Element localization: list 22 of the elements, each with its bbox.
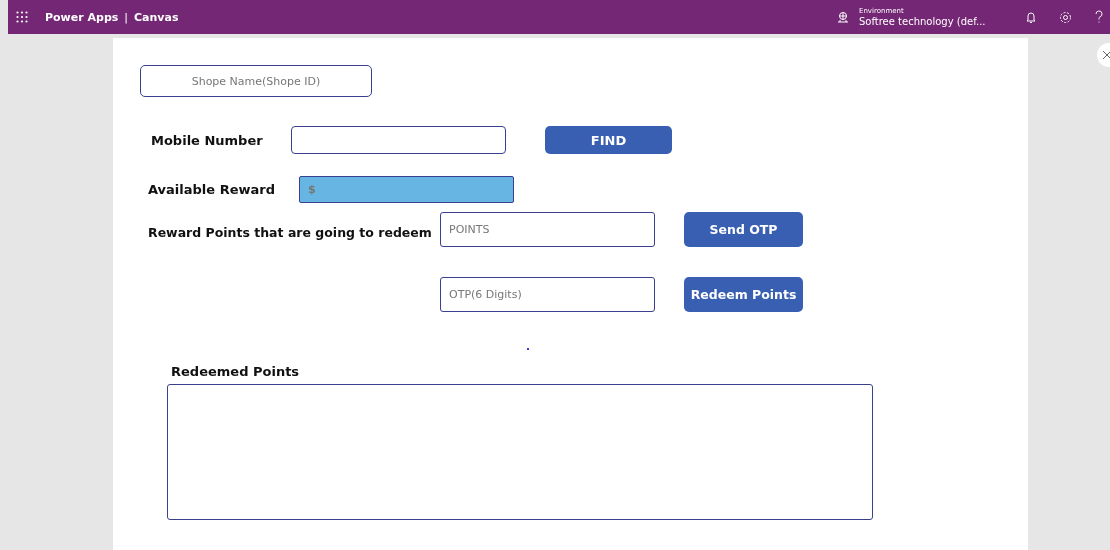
dot-mark (527, 348, 529, 350)
shop-name-field[interactable]: Shope Name(Shope ID) (140, 65, 372, 97)
help-icon[interactable] (1094, 10, 1104, 24)
available-reward-label: Available Reward (148, 182, 276, 197)
app-launcher-icon[interactable] (16, 11, 28, 23)
redeemed-points-label: Redeemed Points (171, 364, 301, 379)
separator-text: | (124, 10, 129, 24)
redeem-points-button[interactable]: Redeem Points (684, 276, 803, 312)
points-field[interactable]: POINTS (440, 212, 655, 247)
environment-name[interactable]: Softree technology (def... (859, 14, 1009, 28)
find-button[interactable]: FIND (545, 126, 672, 154)
mobile-number-field[interactable] (291, 126, 506, 154)
send-otp-button[interactable]: Send OTP (684, 212, 803, 247)
bell-icon[interactable] (1025, 10, 1037, 24)
mobile-number-label: Mobile Number (151, 132, 264, 148)
settings-icon[interactable] (1059, 10, 1072, 24)
app-name: Power Apps (45, 10, 119, 24)
section-name: Canvas (134, 10, 179, 24)
environment-icon[interactable] (837, 11, 849, 23)
reward-points-label: Reward Points that are going to redeem (148, 225, 433, 240)
otp-field[interactable]: OTP(6 Digits) (440, 276, 655, 312)
close-icon[interactable] (1096, 43, 1110, 67)
